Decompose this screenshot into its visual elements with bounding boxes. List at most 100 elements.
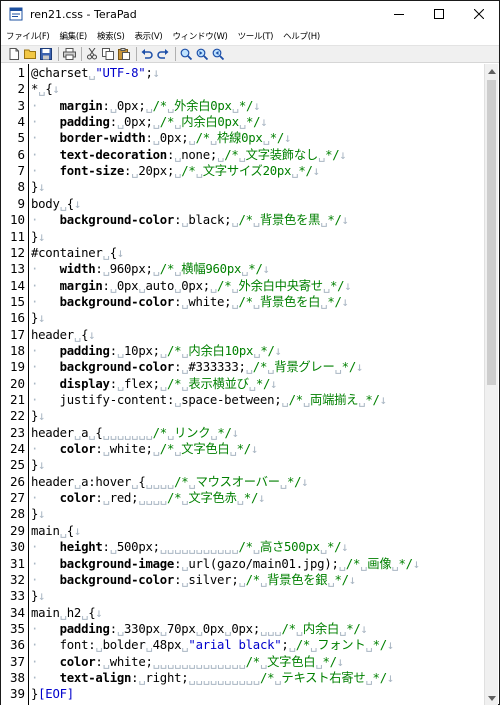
- code-comment: */: [327, 213, 342, 228]
- code-token: 330px: [124, 621, 160, 636]
- code-token: 0px;: [116, 98, 146, 113]
- vertical-scrollbar[interactable]: [484, 64, 498, 705]
- code-token: :: [95, 654, 103, 669]
- menu-view[interactable]: 表示(V): [129, 30, 167, 42]
- code-token: padding: [59, 621, 110, 636]
- whitespace-mark: [38, 491, 59, 505]
- code-token: margin: [59, 98, 103, 113]
- code-token: background-color: [59, 213, 175, 228]
- line-number: 35: [9, 620, 25, 636]
- menu-file[interactable]: ファイル(F): [1, 30, 54, 42]
- whitespace-mark: [38, 344, 59, 358]
- code-comment: 文字色赤: [188, 491, 237, 506]
- scroll-up-arrow-icon[interactable]: [485, 64, 499, 78]
- code-token: 0px;: [181, 278, 210, 293]
- code-line: · margin:␣0px;␣/*␣外余白0px␣*/↓: [31, 98, 261, 114]
- code-comment: 外余白0px: [174, 98, 232, 113]
- whitespace-mark: ↓: [88, 327, 96, 342]
- close-button[interactable]: [459, 1, 499, 27]
- code-token: margin: [59, 278, 103, 293]
- window-title: ren21.css - TeraPad: [30, 7, 137, 21]
- code-comment: 枠線0px: [217, 131, 263, 146]
- paste-icon[interactable]: [117, 47, 131, 61]
- code-token: 0px;: [159, 131, 189, 146]
- open-folder-icon[interactable]: [23, 47, 37, 61]
- editor-pane[interactable]: 1 2 3 4 5 6 7 8 9 10 11 12 13 14 15 16 17 18 19 20 21 22 23 24 2…: [1, 64, 485, 705]
- code-area[interactable]: @charset␣"UTF-8";↓ *␣{↓ · margin:␣0px;␣/*␣…: [31, 64, 485, 705]
- whitespace-mark: ↓: [412, 556, 420, 571]
- undo-icon[interactable]: [140, 47, 154, 61]
- code-token: header: [31, 327, 74, 342]
- code-comment: 表示横並び: [188, 376, 249, 391]
- whitespace-mark: ↓: [386, 670, 395, 685]
- code-token: 70px: [166, 621, 196, 636]
- menu-tools[interactable]: ツール(T): [233, 30, 279, 42]
- terapad-icon[interactable]: [8, 6, 24, 22]
- menu-window[interactable]: ウィンドウ(W): [167, 30, 232, 42]
- whitespace-mark: ␣: [195, 164, 203, 179]
- whitespace-mark: ␣: [231, 98, 239, 113]
- scroll-down-arrow-icon[interactable]: [485, 691, 499, 705]
- code-comment: 文字装飾なし: [245, 147, 319, 162]
- whitespace-mark: ↓: [258, 491, 266, 506]
- line-number: 39: [9, 686, 25, 702]
- code-comment: /*: [295, 638, 311, 653]
- save-icon[interactable]: [39, 47, 53, 61]
- line-number: 18: [9, 342, 25, 358]
- menu-help[interactable]: ヘルプ(H): [278, 30, 325, 42]
- line-number: 36: [9, 637, 25, 653]
- scrollbar-thumb[interactable]: [487, 80, 496, 385]
- code-comment: /*: [217, 278, 232, 293]
- whitespace-mark: ␣: [209, 131, 218, 146]
- line-number: 5: [17, 130, 25, 146]
- code-comment: */: [341, 360, 357, 375]
- find-icon[interactable]: [179, 47, 193, 61]
- line-number: 31: [9, 555, 25, 571]
- whitespace-mark: ␣␣␣␣␣␣␣␣␣␣: [188, 670, 260, 685]
- code-comment: 文字色白: [267, 654, 316, 669]
- code-comment: */: [372, 638, 388, 653]
- whitespace-mark: ↓: [379, 393, 387, 407]
- code-line: · text-align:␣right;␣␣␣␣␣␣␣␣␣␣/*␣テキスト右寄せ…: [31, 670, 394, 686]
- new-file-icon[interactable]: [7, 47, 21, 61]
- whitespace-mark: ↓: [38, 311, 46, 326]
- whitespace-mark: [38, 115, 59, 129]
- copy-icon[interactable]: [101, 47, 115, 61]
- code-token: text-align: [59, 670, 132, 685]
- whitespace-mark: ↓: [253, 98, 261, 113]
- title-bar[interactable]: ren21.css - TeraPad: [1, 1, 499, 27]
- whitespace-mark: ␣: [102, 442, 110, 457]
- code-line: }↓: [31, 457, 46, 473]
- minimize-button[interactable]: [379, 1, 419, 27]
- line-number: 10: [9, 212, 25, 228]
- code-token: white;: [109, 442, 153, 457]
- code-comment: 横幅960px: [181, 262, 242, 277]
- code-comment: /*: [224, 147, 239, 162]
- menu-edit[interactable]: 編集(E): [54, 30, 92, 42]
- whitespace-mark: ↓: [52, 82, 60, 97]
- menu-search[interactable]: 検索(S): [92, 30, 130, 42]
- code-comment: */: [238, 98, 254, 113]
- print-icon[interactable]: [62, 47, 76, 61]
- line-number: 17: [9, 326, 25, 342]
- code-line: · padding:␣0px;␣/*␣内余白0px␣*/↓: [31, 114, 268, 130]
- code-comment: /*: [245, 572, 261, 587]
- whitespace-mark: ␣: [252, 294, 260, 309]
- line-number: 14: [9, 277, 25, 293]
- find-next-icon[interactable]: [195, 47, 209, 61]
- code-token: :: [102, 278, 110, 293]
- code-token: ;: [145, 66, 153, 80]
- whitespace-mark: ␣: [152, 115, 160, 130]
- whitespace-mark: ␣: [334, 360, 342, 375]
- cut-icon[interactable]: [85, 47, 99, 61]
- whitespace-mark: [38, 655, 59, 669]
- redo-icon[interactable]: [156, 47, 170, 61]
- whitespace-mark: [38, 99, 59, 113]
- code-token: none;: [181, 147, 218, 162]
- code-token: height: [59, 540, 103, 555]
- line-number: 27: [9, 490, 25, 506]
- find-prev-icon[interactable]: [211, 47, 225, 61]
- code-line: · color:␣white;␣/*␣文字色白␣*/↓: [31, 441, 258, 457]
- whitespace-mark: ␣: [102, 262, 110, 277]
- maximize-button[interactable]: [419, 1, 459, 27]
